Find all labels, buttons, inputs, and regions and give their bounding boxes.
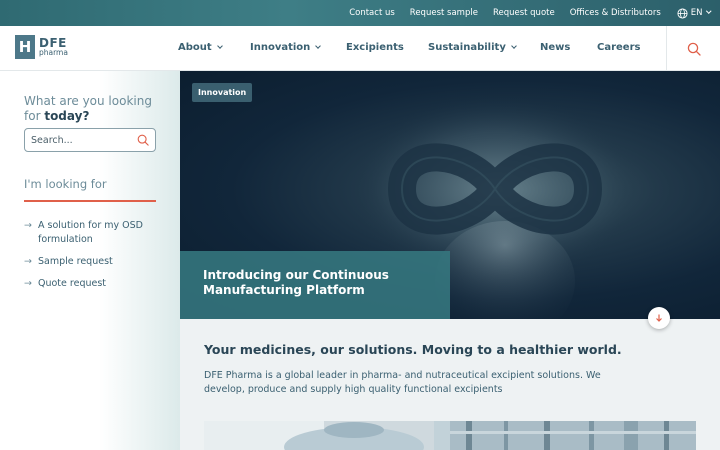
nav-item-careers[interactable]: Careers [597,42,640,53]
nav-search-button[interactable] [666,26,720,71]
logo-subname: pharma [39,48,68,58]
hero-category-tag[interactable]: Innovation [192,83,253,102]
nav-item-news[interactable]: News [540,42,570,53]
arrow-down-icon [656,314,662,322]
sidebar-question: What are you looking for today? [24,94,152,123]
request-quote-link[interactable]: Request quote [493,8,555,18]
nav-item-excipients[interactable]: Excipients [346,42,404,53]
nav-item-innovation[interactable]: Innovation [250,42,322,53]
looking-for-heading: I'm looking for [24,177,107,191]
chevron-down-icon [705,8,711,14]
sidebar-link-sample-request[interactable]: → Sample request [24,255,164,269]
search-icon [687,42,701,56]
globe-icon [677,7,688,19]
chevron-down-icon [511,43,517,49]
logo-mark: H [15,35,35,59]
sidebar-link-quote-request[interactable]: → Quote request [24,277,164,291]
sidebar-search[interactable] [24,128,156,152]
hero-title: Introducing our Continuous Manufacturing… [203,268,389,297]
utility-bar: Contact us Request sample Request quote … [0,0,720,26]
arrow-right-icon: → [24,256,32,267]
arrow-right-icon: → [24,278,32,289]
intro-headline: Your medicines, our solutions. Moving to… [204,342,622,357]
sidebar-link-osd-solution[interactable]: → A solution for my OSD formulation [24,219,164,247]
language-selector[interactable]: EN [677,7,711,19]
chevron-down-icon [315,43,322,49]
nav-item-sustainability[interactable]: Sustainability [428,42,517,53]
lab-photo [204,421,696,450]
search-input[interactable] [31,134,131,146]
chevron-down-icon [216,43,223,49]
request-sample-link[interactable]: Request sample [410,8,478,18]
arrow-right-icon: → [24,220,32,231]
nav-item-about[interactable]: About [178,42,223,53]
main-navigation: H DFE pharma About Innovation Excipients… [0,26,720,71]
search-icon[interactable] [137,134,149,146]
hero-title-box[interactable]: Introducing our Continuous Manufacturing… [180,251,450,319]
intro-section: Your medicines, our solutions. Moving to… [180,319,720,450]
language-label: EN [690,8,703,18]
contact-us-link[interactable]: Contact us [349,8,395,18]
dfe-pharma-logo[interactable]: H DFE pharma [15,35,68,59]
intro-body: DFE Pharma is a global leader in pharma-… [204,370,601,395]
hero-banner[interactable]: Innovation Introducing our Continuous Ma… [180,71,720,319]
accent-divider [24,200,156,202]
scroll-down-button[interactable] [648,307,670,329]
offices-distributors-link[interactable]: Offices & Distributors [570,8,661,18]
sidebar: What are you looking for today? I'm look… [0,71,180,450]
